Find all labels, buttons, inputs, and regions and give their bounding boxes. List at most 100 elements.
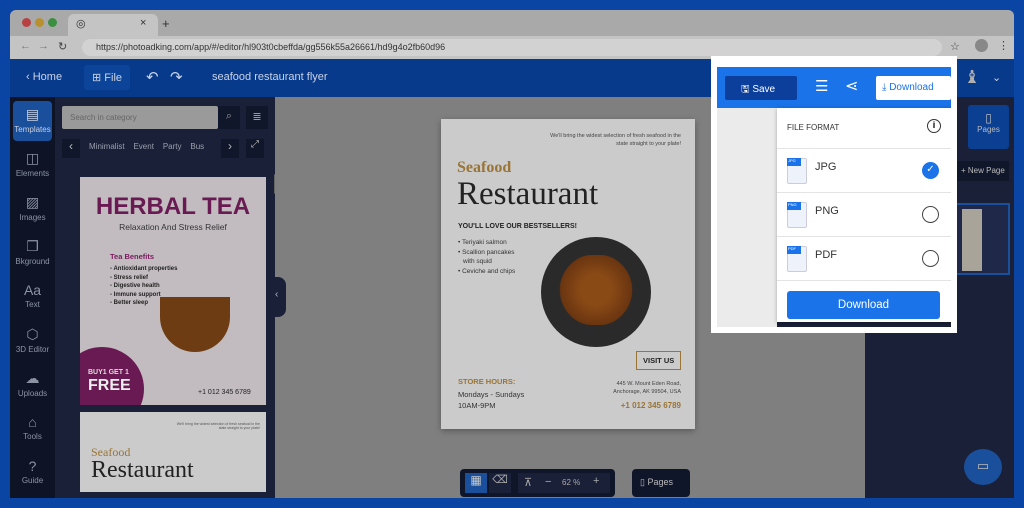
template-card-seafood[interactable]: We'll bring the widest selection of fres… [80,412,266,492]
flyer-page[interactable]: We'll bring the widest selection of fres… [441,119,695,429]
minimize-window-button[interactable] [35,18,44,27]
file-label: File [104,72,123,84]
rail-label: Images [19,213,46,222]
rail-item-text[interactable]: Aa Text [13,277,52,317]
rail-label: Templates [14,125,51,134]
canvas-crop [717,108,777,327]
rail-item-images[interactable]: ▨ Images [13,189,52,229]
category-event[interactable]: Event [133,142,153,151]
share-icon[interactable]: ⋖ [845,76,858,96]
redo-icon[interactable]: ↷ [170,68,183,86]
benefit: - Antioxidant properties [110,266,178,272]
radio-unselected[interactable] [922,250,939,267]
rail-item-bkground[interactable]: ❐ Bkground [13,233,52,273]
pages-tab[interactable]: ▯ Pages [968,105,1009,149]
rail-icon: ▨ [25,194,40,210]
address-line: Anchorage, AK 99504, USA [613,389,681,395]
format-option-png[interactable]: PNG PNG [777,192,951,236]
rail-item-elements[interactable]: ◫ Elements [13,145,52,185]
download-dropdown: FILE FORMAT i JPG JPG ✓ PNG PNG PDF PDF … [777,108,951,322]
hours-days: Mondays - Sundays [458,390,525,399]
download-button[interactable]: Download [787,291,940,319]
maximize-window-button[interactable] [48,18,57,27]
category-party[interactable]: Party [163,142,182,151]
rail-icon: ⌂ [28,414,37,430]
rail-label: Guide [21,476,44,485]
rail-icon: ⬡ [26,326,39,342]
format-option-jpg[interactable]: JPG JPG ✓ [777,148,951,192]
browser-tab[interactable]: ◎ × [68,14,158,36]
save-button[interactable]: 🖫 Save [725,76,797,100]
left-tool-rail: ▤ Templates ◫ Elements ▨ Images ❐ Bkground Aa Tex… [10,97,55,498]
template-tagline: We'll bring the widest selection of fres… [176,422,260,430]
search-input[interactable]: Search in category [62,106,218,129]
profile-avatar[interactable] [975,39,988,52]
download-icon: ⤓ [882,82,887,93]
radio-unselected[interactable] [922,206,939,223]
user-avatar-icon[interactable]: ♝ [964,67,980,88]
templates-panel: Search in category ⌕ ≣ ‹ Minimalist Even… [55,97,277,498]
shrimp-plate-image [541,237,651,347]
reload-icon[interactable]: ↻ [58,40,67,53]
eraser-icon[interactable]: ⌫ [489,473,511,493]
zoom-out-button[interactable]: − [545,476,551,488]
rail-label: Text [25,300,40,309]
forward-icon[interactable]: → [38,40,49,52]
grid-view-icon[interactable]: ▦ [465,473,487,493]
undo-icon[interactable]: ↶ [146,68,159,86]
file-format-title: FILE FORMAT [787,123,840,132]
rail-label: Bkground [15,257,50,266]
rail-item-tools[interactable]: ⌂ Tools [13,409,52,449]
chat-support-icon[interactable]: ▭ [964,449,1002,485]
document-title[interactable]: seafood restaurant flyer [212,71,328,83]
flyer-tagline: We'll bring the widest selection of fres… [550,133,681,147]
search-icon[interactable]: ⌕ [218,106,240,129]
rail-icon: ◫ [25,150,40,166]
category-strip: Minimalist Event Party Bus [89,142,217,151]
rail-item-uploads[interactable]: ☁ Uploads [13,365,52,405]
format-option-pdf[interactable]: PDF PDF [777,236,951,280]
flyer-headline: YOU'LL LOVE OUR BESTSELLERS! [458,223,577,230]
template-card-herbal-tea[interactable]: HERBAL TEA Relaxation And Stress Relief … [80,177,266,405]
category-minimalist[interactable]: Minimalist [89,142,125,151]
url-input[interactable]: https://photoadking.com/app/#/editor/hl9… [82,39,942,56]
account-chevron-icon[interactable]: ⌄ [992,71,1001,84]
list-view-icon[interactable]: ≣ [246,106,268,129]
home-link[interactable]: ‹ Home [26,71,62,83]
comments-icon[interactable]: ☰ [815,77,828,95]
rail-icon: ▤ [25,106,40,122]
rail-item-guide[interactable]: ? Guide [13,453,52,493]
jpg-file-icon: JPG [787,158,807,184]
back-icon[interactable]: ← [20,40,31,52]
flyer-title-1: Seafood [457,159,512,176]
rail-label: Elements [15,169,50,178]
collapse-panel-handle[interactable]: ‹ [275,277,286,317]
info-icon[interactable]: i [927,119,941,133]
category-prev-button[interactable]: ‹ [62,139,80,158]
radio-selected-check-icon[interactable]: ✓ [922,162,939,179]
chrome-icon: ◎ [76,18,86,30]
pages-label: Pages [647,477,673,487]
new-page-button[interactable]: + New Page [957,161,1009,181]
bookmark-star-icon[interactable]: ☆ [950,40,960,53]
new-tab-button[interactable]: + [162,16,170,31]
presentation-icon[interactable]: ⊼ [524,476,532,489]
rail-label: Tools [23,432,42,441]
menu-kebab-icon[interactable]: ⋮ [998,39,1009,52]
page-thumbnail[interactable] [950,203,1010,275]
pages-button[interactable]: ▯ Pages [632,469,690,497]
menu-item: • Teriyaki salmon [458,239,507,246]
benefit: - Stress relief [110,274,149,281]
category-next-button[interactable]: › [221,139,239,158]
rail-item-templates[interactable]: ▤ Templates [13,101,52,141]
rail-item-3d-editor[interactable]: ⬡ 3D Editor [13,321,52,361]
download-header-button[interactable]: ⤓ Download [876,76,951,100]
close-window-button[interactable] [22,18,31,27]
tab-close-button[interactable]: × [140,17,146,29]
file-menu-button[interactable]: ⊞ File [84,65,131,90]
flyer-items: • Teriyaki salmon • Scallion pancakes with… [458,238,515,276]
zoom-in-button[interactable]: + [593,475,599,487]
category-bus[interactable]: Bus [190,142,204,151]
rail-icon: ❐ [26,238,39,254]
expand-icon[interactable]: ⤢ [246,139,264,158]
